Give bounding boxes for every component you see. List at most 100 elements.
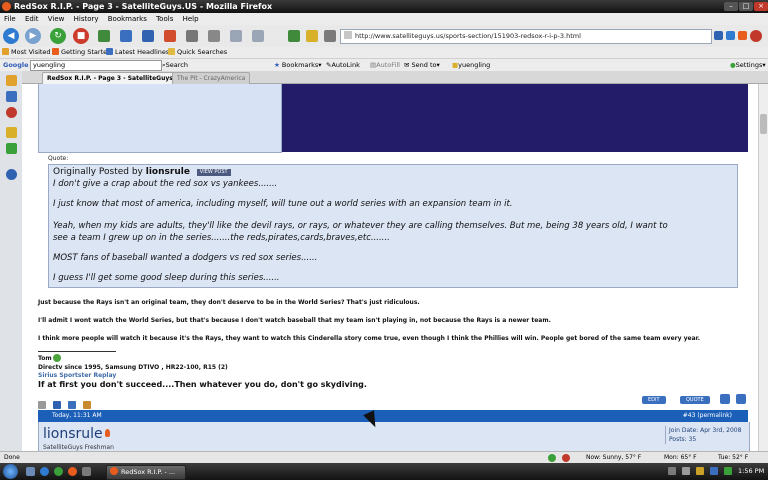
- menu-edit[interactable]: Edit: [25, 15, 39, 23]
- google-bookmarks-button[interactable]: ★ Bookmarks▾: [274, 59, 322, 71]
- tab-the-pit[interactable]: The Pit - CrazyAmerica: [172, 72, 251, 84]
- mail-icon[interactable]: [142, 30, 154, 42]
- firefox-icon: [52, 48, 59, 55]
- quote-line: MOST fans of baseball wanted a dodgers v…: [53, 253, 318, 263]
- addons-icon[interactable]: [208, 30, 220, 42]
- window-title: RedSox R.I.P. - Page 3 - SatelliteGuys.U…: [14, 2, 273, 11]
- downloads-icon[interactable]: [186, 30, 198, 42]
- view-post-button[interactable]: VIEW POST: [196, 169, 231, 176]
- quote-post-button[interactable]: QUOTE: [680, 396, 710, 404]
- quote-line: see a team I grew up on in the series...…: [53, 233, 390, 243]
- autolink-button[interactable]: ✎AutoLink: [326, 59, 360, 71]
- next-post-header: Today, 11:31 AM #43 (permalink): [38, 410, 748, 422]
- google-logo: Google: [3, 61, 29, 69]
- tools-icon[interactable]: [324, 30, 336, 42]
- report-icon[interactable]: [68, 401, 77, 409]
- start-button[interactable]: [3, 464, 18, 479]
- multiquote-icon[interactable]: [38, 401, 46, 409]
- sidebar-info-icon[interactable]: [6, 169, 17, 180]
- edit-icon[interactable]: [288, 30, 300, 42]
- bookmark-latest-headlines[interactable]: Latest Headlines: [106, 47, 169, 58]
- menu-file[interactable]: File: [4, 15, 16, 23]
- url-bar[interactable]: http://www.satelliteguys.us/sports-secti…: [340, 29, 712, 44]
- firefox-quicklaunch-icon[interactable]: [68, 467, 77, 476]
- google-settings-button[interactable]: ●Settings▾: [730, 59, 766, 71]
- switch-windows-icon[interactable]: [82, 467, 91, 476]
- sidebar-tools-icon[interactable]: [6, 143, 17, 154]
- quote-line: I guess I'll get some good sleep during …: [53, 273, 280, 283]
- star-icon: ★: [274, 61, 280, 69]
- menu-history[interactable]: History: [74, 15, 99, 23]
- menu-view[interactable]: View: [48, 15, 65, 23]
- flag-icon[interactable]: [53, 401, 62, 409]
- bookmark-star-icon[interactable]: [120, 30, 132, 42]
- taskbar-clock[interactable]: 1:56 PM: [738, 463, 764, 480]
- post-paragraph: I'll admit I wont watch the World Series…: [38, 317, 551, 324]
- post-username[interactable]: lionsrule: [43, 426, 110, 442]
- forward-button[interactable]: ▶: [25, 28, 41, 44]
- bookmark-quick-searches[interactable]: Quick Searches: [168, 47, 227, 58]
- scrollbar-thumb[interactable]: [760, 114, 767, 134]
- thanks-icon[interactable]: [83, 401, 92, 409]
- note-icon[interactable]: [306, 30, 318, 42]
- navigation-toolbar: ◀ ▶ ↻ ■ http://www.satelliteguys.us/spor…: [0, 25, 768, 48]
- menu-help[interactable]: Help: [183, 15, 199, 23]
- url-text: http://www.satelliteguys.us/sports-secti…: [355, 32, 581, 40]
- show-desktop-icon[interactable]: [26, 467, 35, 476]
- quote-author: lionsrule: [145, 167, 190, 177]
- edit-post-button[interactable]: EDIT: [642, 396, 666, 404]
- home-icon[interactable]: [98, 30, 110, 42]
- close-button[interactable]: ×: [754, 2, 768, 11]
- rss-icon[interactable]: [714, 31, 723, 40]
- sidebar-contacts-icon[interactable]: [6, 107, 17, 118]
- tray-security-icon[interactable]: [696, 467, 704, 475]
- next-post-body: lionsrule SatelliteGuys Freshman Join Da…: [38, 422, 750, 451]
- post-paragraph: Just because the Rays isn't an original …: [38, 299, 420, 306]
- taskbar-firefox-button[interactable]: RedSox R.I.P. - ...: [106, 465, 186, 480]
- sidebar-history-icon[interactable]: [6, 91, 17, 102]
- highlight-term-button[interactable]: ■yuengling: [452, 59, 490, 71]
- bookmark-most-visited[interactable]: Most Visited: [2, 47, 51, 58]
- maximize-button[interactable]: □: [739, 2, 753, 11]
- menu-tools[interactable]: Tools: [156, 15, 173, 23]
- stop-button[interactable]: ■: [73, 28, 89, 44]
- multi-quote-icon[interactable]: [720, 394, 730, 404]
- tray-sync-icon[interactable]: [724, 467, 732, 475]
- ie-icon[interactable]: [40, 467, 49, 476]
- tray-volume-icon[interactable]: [682, 467, 690, 475]
- go-icon[interactable]: [726, 31, 735, 40]
- sendto-icon: ✉: [404, 61, 410, 69]
- menu-bookmarks[interactable]: Bookmarks: [108, 15, 147, 23]
- menu-bar: File Edit View History Bookmarks Tools H…: [0, 13, 768, 25]
- sidebar-notes-icon[interactable]: [6, 127, 17, 138]
- sidebar-home-icon[interactable]: [6, 75, 17, 86]
- bookmarks-toolbar: Most Visited Getting Started Latest Head…: [0, 47, 768, 59]
- back-button[interactable]: ◀: [3, 28, 19, 44]
- signature-divider: [38, 351, 116, 352]
- google-search-input[interactable]: yuengling: [30, 60, 162, 71]
- quote-header: Originally Posted by lionsrule VIEW POST: [53, 167, 231, 177]
- minimize-button[interactable]: –: [724, 2, 738, 11]
- firefox-icon: [110, 467, 118, 475]
- bookmark-getting-started[interactable]: Getting Started: [52, 47, 111, 58]
- post-permalink[interactable]: #43 (permalink): [683, 410, 732, 422]
- google-search-button[interactable]: ⌕Search: [162, 59, 188, 71]
- media-player-icon[interactable]: [54, 467, 63, 476]
- page-info-icon[interactable]: [230, 30, 242, 42]
- adblock-icon[interactable]: [750, 30, 762, 42]
- quote-line: I don't give a crap about the red sox vs…: [53, 179, 278, 189]
- reload-button[interactable]: ↻: [50, 28, 66, 44]
- zoom-icon[interactable]: [252, 30, 264, 42]
- signature-link[interactable]: Sirius Sportster Replay: [38, 372, 116, 379]
- tab-redsox[interactable]: RedSox R.I.P. - Page 3 - SatelliteGuys.U…: [42, 72, 190, 84]
- autofill-button[interactable]: ▤AutoFill: [370, 59, 400, 71]
- tray-network-icon[interactable]: [668, 467, 676, 475]
- post-count: Posts: 35: [669, 436, 697, 443]
- tray-app-icon[interactable]: [710, 467, 718, 475]
- print-icon[interactable]: [164, 30, 176, 42]
- sendto-button[interactable]: ✉ Send to▾: [404, 59, 440, 71]
- vertical-scrollbar[interactable]: [758, 84, 768, 451]
- user-cp-icon[interactable]: [736, 394, 746, 404]
- safety-icon[interactable]: [738, 31, 747, 40]
- star-icon: [2, 48, 9, 55]
